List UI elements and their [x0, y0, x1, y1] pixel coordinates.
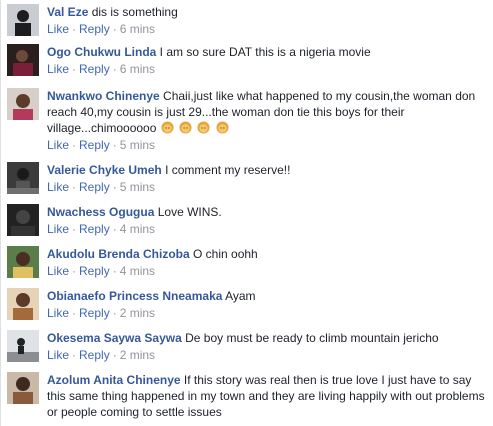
avatar[interactable] [7, 372, 39, 404]
like-link[interactable]: Like [47, 348, 69, 362]
reply-link[interactable]: Reply [79, 348, 110, 362]
woman-face-emoji-group [160, 121, 230, 135]
separator: · [72, 62, 77, 76]
comment-list: Val Eze dis is something Like · Reply · 6 mi… [0, 0, 493, 426]
timestamp[interactable]: 4 mins [120, 222, 155, 236]
commenter-name[interactable]: Obianaefo Princess Nneamaka [47, 289, 222, 303]
like-link[interactable]: Like [47, 180, 69, 194]
timestamp[interactable]: 6 mins [120, 22, 155, 36]
commenter-name[interactable]: Val Eze [47, 5, 88, 19]
timestamp[interactable]: 2 mins [120, 306, 155, 320]
reply-link[interactable]: Reply [79, 222, 110, 236]
comment-actions: Like · Reply · 5 mins [47, 180, 488, 195]
separator: · [72, 348, 77, 362]
reply-link[interactable]: Reply [79, 138, 110, 152]
reply-link[interactable]: Reply [79, 62, 110, 76]
separator: · [112, 180, 117, 194]
timestamp[interactable]: 5 mins [120, 138, 155, 152]
separator: · [112, 264, 117, 278]
timestamp[interactable]: 6 mins [120, 62, 155, 76]
comment-actions: Like · Reply · 4 mins [47, 264, 488, 279]
woman-face-emoji [197, 121, 210, 134]
timestamp[interactable]: 4 mins [120, 264, 155, 278]
avatar[interactable] [7, 246, 39, 278]
separator: · [72, 180, 77, 194]
like-link[interactable]: Like [47, 264, 69, 278]
separator: · [72, 264, 77, 278]
avatar[interactable] [7, 4, 39, 36]
like-link[interactable]: Like [47, 22, 69, 36]
reply-link[interactable]: Reply [79, 180, 110, 194]
separator: · [72, 22, 77, 36]
avatar[interactable] [7, 204, 39, 236]
commenter-name[interactable]: Akudolu Brenda Chizoba [47, 247, 190, 261]
avatar[interactable] [7, 44, 39, 76]
avatar[interactable] [7, 330, 39, 362]
timestamp[interactable]: 5 mins [120, 180, 155, 194]
reply-link[interactable]: Reply [79, 306, 110, 320]
comment-text: O chin oohh [193, 247, 258, 261]
commenter-name[interactable]: Nwankwo Chinenye [47, 89, 160, 103]
comment-actions: Like · Reply · 6 mins [47, 62, 488, 77]
comment-actions: Like · Reply · 2 mins [47, 348, 488, 363]
avatar[interactable] [7, 162, 39, 194]
separator: · [72, 306, 77, 320]
commenter-name[interactable]: Nwachess Ogugua [47, 205, 154, 219]
separator: · [112, 306, 117, 320]
comment-actions: Like · Reply · 2 mins [47, 306, 488, 321]
like-link[interactable]: Like [47, 62, 69, 76]
like-link[interactable]: Like [47, 222, 69, 236]
separator: · [72, 138, 77, 152]
woman-face-emoji [161, 121, 174, 134]
comment-text: Love WINS. [157, 205, 222, 219]
separator: · [112, 348, 117, 362]
comment-text: De boy must be ready to climb mountain j… [185, 331, 439, 345]
comment-text: I am so sure DAT this is a nigeria movie [159, 45, 371, 59]
commenter-name[interactable]: Ogo Chukwu Linda [47, 45, 156, 59]
separator: · [72, 222, 77, 236]
reply-link[interactable]: Reply [79, 22, 110, 36]
comment-actions: Like · Reply · 5 mins [47, 138, 488, 153]
like-link[interactable]: Like [47, 138, 69, 152]
like-link[interactable]: Like [47, 306, 69, 320]
reply-link[interactable]: Reply [79, 264, 110, 278]
separator: · [112, 62, 117, 76]
avatar[interactable] [7, 88, 39, 120]
woman-face-emoji [179, 121, 192, 134]
avatar[interactable] [7, 288, 39, 320]
commenter-name[interactable]: Azolum Anita Chinenye [47, 373, 181, 387]
comment-text: I comment my reserve!! [165, 163, 291, 177]
separator: · [112, 138, 117, 152]
commenter-name[interactable]: Valerie Chyke Umeh [47, 163, 162, 177]
separator: · [112, 222, 117, 236]
comment-actions: Like · Reply · 6 mins [47, 22, 488, 37]
comment-text: dis is something [91, 5, 178, 19]
commenter-name[interactable]: Okesema Saywa Saywa [47, 331, 182, 345]
woman-face-emoji [216, 121, 229, 134]
comment-text: Ayam [225, 289, 256, 303]
timestamp[interactable]: 2 mins [120, 348, 155, 362]
comment-actions: Like · Reply · 4 mins [47, 222, 488, 237]
separator: · [112, 22, 117, 36]
